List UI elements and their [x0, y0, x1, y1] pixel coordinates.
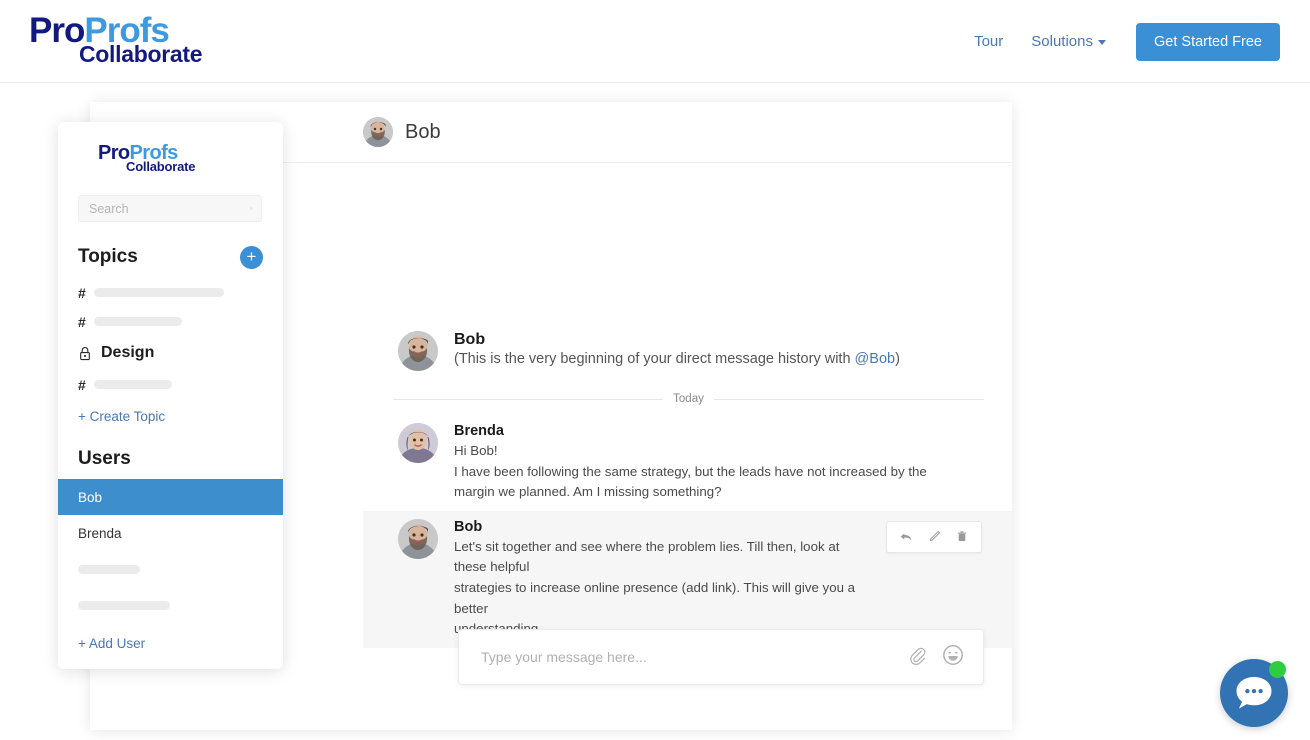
- reply-arrow-glyph: [900, 533, 912, 541]
- user-placeholder-bar: [78, 564, 140, 574]
- nav-link-solutions-label: Solutions: [1031, 33, 1093, 50]
- logo-subtitle: Collaborate: [79, 41, 203, 67]
- edit-pencil-icon[interactable]: [922, 527, 946, 547]
- message-author: Brenda: [454, 423, 504, 439]
- users-list: Bob Brenda: [58, 479, 283, 623]
- message-text-line: I have been following the same strategy,…: [454, 463, 927, 479]
- message-text-line: Hi Bob!: [454, 443, 498, 458]
- logo-pro-text: Pro: [29, 11, 85, 50]
- smiley-icon[interactable]: [941, 643, 965, 672]
- message-text-line: strategies to increase online presence (…: [454, 580, 856, 616]
- message-actions-toolbar: [886, 520, 982, 553]
- avatar-bob-header: [363, 117, 393, 147]
- message-text-line: Let's sit together and see where the pro…: [454, 538, 840, 575]
- create-topic-link[interactable]: + Create Topic: [58, 403, 283, 430]
- message-intro-body: Bob (This is the very beginning of your …: [454, 331, 982, 371]
- reply-icon[interactable]: [894, 527, 918, 547]
- trash-glyph: [957, 531, 967, 542]
- app-sidebar: ProProfs Collaborate Topics + # # D: [58, 122, 283, 669]
- hash-icon: #: [78, 313, 86, 330]
- online-status-dot: [1269, 661, 1286, 678]
- divider-line-right: [713, 398, 984, 400]
- sidebar-user-label: Bob: [78, 489, 103, 505]
- chat-widget-button[interactable]: [1220, 659, 1288, 727]
- avatar-bob-intro: [398, 331, 438, 371]
- proprofs-logo[interactable]: ProProfs Collaborate: [29, 13, 214, 71]
- users-title: Users: [78, 448, 131, 469]
- avatar-bob-image: [398, 331, 438, 371]
- message-intro-author: Bob: [454, 331, 486, 348]
- date-divider: Today: [393, 393, 984, 405]
- sidebar-user-label: Brenda: [78, 525, 122, 541]
- sidebar-logo[interactable]: ProProfs Collaborate: [58, 122, 283, 173]
- avatar-brenda: [398, 423, 438, 463]
- nav-link-tour[interactable]: Tour: [960, 25, 1017, 58]
- chat-header-title: Bob: [405, 120, 441, 143]
- intro-text-before: (This is the very beginning of your dire…: [454, 351, 855, 367]
- speech-bubble-icon: [1236, 676, 1272, 709]
- divider-line-left: [393, 398, 664, 400]
- paperclip-glyph: [910, 647, 926, 665]
- hash-icon: #: [78, 284, 86, 301]
- sidebar-logo-subtitle: Collaborate: [126, 159, 196, 174]
- chevron-down-icon: [1098, 39, 1106, 45]
- pencil-glyph: [929, 531, 940, 542]
- message-intro-text: (This is the very beginning of your dire…: [454, 351, 982, 367]
- topic-placeholder-bar: [93, 380, 172, 389]
- topic-item-placeholder[interactable]: #: [58, 309, 283, 334]
- message-input[interactable]: [481, 649, 893, 665]
- chat-area: Bob (This is the very beginning of your …: [363, 163, 1012, 730]
- avatar-brenda-image: [398, 423, 438, 463]
- avatar-bob-image: [363, 117, 393, 147]
- avatar-bob: [398, 518, 438, 559]
- lock-icon: [80, 346, 90, 360]
- topic-item-design[interactable]: Design: [58, 339, 283, 367]
- topics-title: Topics: [78, 246, 138, 267]
- sidebar-user-brenda[interactable]: Brenda: [58, 515, 283, 551]
- message-intro: Bob (This is the very beginning of your …: [363, 323, 1012, 379]
- message-text-line: margin we planned. Am I missing somethin…: [454, 484, 722, 500]
- date-divider-label: Today: [673, 393, 704, 405]
- sidebar-user-placeholder[interactable]: [58, 551, 283, 587]
- message-author: Bob: [454, 518, 483, 535]
- avatar-bob-image: [398, 518, 438, 559]
- hash-icon: #: [78, 376, 86, 393]
- mention-link-bob[interactable]: @Bob: [855, 351, 896, 367]
- message-body: Brenda Hi Bob! I have been following the…: [454, 423, 982, 503]
- topics-section-header: Topics +: [58, 242, 283, 272]
- sidebar-user-bob[interactable]: Bob: [58, 479, 283, 515]
- get-started-free-button[interactable]: Get Started Free: [1136, 22, 1280, 61]
- paperclip-icon[interactable]: [907, 644, 927, 671]
- intro-text-after: ): [895, 351, 900, 367]
- topic-item-placeholder[interactable]: #: [58, 372, 283, 397]
- smiley-glyph: [943, 644, 963, 665]
- nav-link-solutions[interactable]: Solutions: [1017, 25, 1120, 58]
- topic-item-label: Design: [101, 344, 155, 361]
- search-input[interactable]: [89, 201, 250, 216]
- add-user-link[interactable]: + Add User: [58, 630, 283, 657]
- topic-placeholder-bar: [93, 317, 182, 326]
- message-body: Bob Let's sit together and see where the…: [454, 519, 870, 640]
- users-section-header: Users: [58, 444, 283, 474]
- sidebar-logo-pro-text: Pro: [98, 142, 130, 164]
- message-composer[interactable]: [458, 629, 984, 685]
- sidebar-user-placeholder[interactable]: [58, 587, 283, 623]
- topic-item-placeholder[interactable]: #: [58, 280, 283, 305]
- search-icon[interactable]: [250, 201, 253, 216]
- site-header: ProProfs Collaborate Tour Solutions Get …: [0, 0, 1310, 83]
- trash-icon[interactable]: [950, 527, 974, 547]
- user-placeholder-bar: [78, 600, 170, 610]
- message-row[interactable]: Bob Let's sit together and see where the…: [363, 510, 1012, 648]
- topics-list: # # Design #: [58, 280, 283, 397]
- message-row[interactable]: Brenda Hi Bob! I have been following the…: [363, 415, 1012, 511]
- main-nav: Tour Solutions Get Started Free: [960, 0, 1280, 83]
- topic-placeholder-bar: [93, 288, 224, 297]
- search-box[interactable]: [78, 195, 262, 222]
- add-topic-button[interactable]: +: [240, 245, 263, 269]
